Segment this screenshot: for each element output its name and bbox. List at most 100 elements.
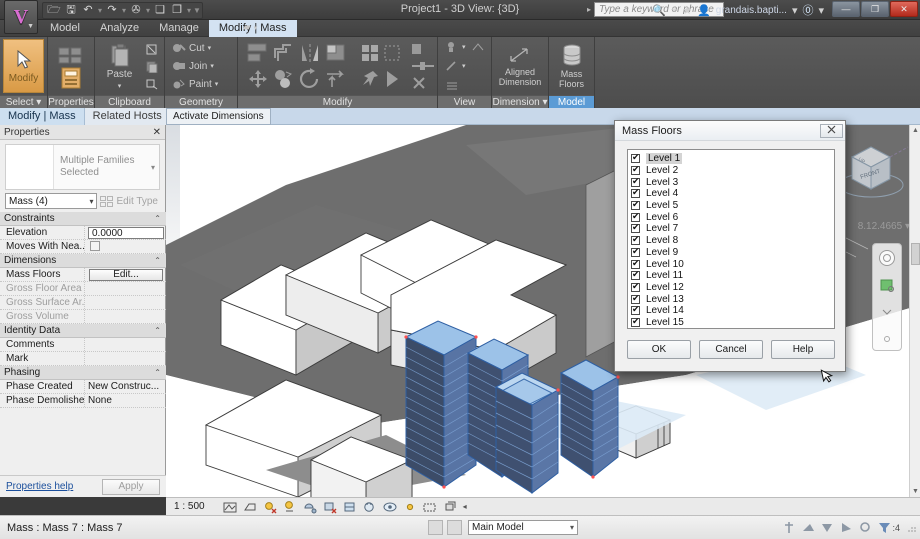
level-checkbox[interactable] bbox=[631, 176, 640, 187]
move-icon[interactable] bbox=[246, 68, 270, 90]
panel-title-modify[interactable]: Modify bbox=[238, 95, 437, 108]
ribbon-display-caret-icon[interactable]: ▾ bbox=[254, 24, 258, 32]
user-icon[interactable]: 👤 bbox=[697, 4, 711, 17]
close-icon[interactable]: ✕ bbox=[153, 127, 161, 138]
select-underlay-icon[interactable] bbox=[821, 521, 834, 534]
aligned-dimension-button[interactable]: Aligned Dimension bbox=[495, 39, 545, 93]
levels-list[interactable]: Level 1 Level 2 Level 3 Level 4 Level 5 … bbox=[627, 149, 835, 329]
hide-caret-icon[interactable]: ▾ bbox=[462, 62, 466, 70]
align-icon[interactable] bbox=[246, 42, 270, 64]
tile-windows-icon[interactable]: ❐ bbox=[169, 3, 185, 18]
exclude-options-icon[interactable] bbox=[783, 521, 796, 534]
redo-icon[interactable]: ↷ bbox=[104, 3, 120, 18]
cut-clipboard-icon[interactable] bbox=[143, 41, 161, 57]
rotate-icon[interactable] bbox=[298, 68, 322, 90]
modify-button[interactable]: Modify bbox=[3, 39, 44, 93]
mass-floors-button[interactable]: Mass Floors bbox=[552, 39, 591, 93]
crop-view-icon[interactable] bbox=[323, 500, 337, 514]
user-caret-icon[interactable]: ▾ bbox=[792, 4, 798, 17]
activate-dimensions-button[interactable]: Activate Dimensions bbox=[166, 108, 271, 125]
mirror-axis-icon[interactable] bbox=[298, 42, 322, 64]
panel-title-properties[interactable]: Properties bbox=[48, 95, 94, 108]
sync-icon[interactable]: ✇ bbox=[128, 3, 144, 18]
select-by-face-icon[interactable] bbox=[859, 521, 872, 534]
minimize-button[interactable]: — bbox=[832, 1, 860, 17]
array-icon[interactable] bbox=[360, 43, 380, 63]
tab-manage[interactable]: Manage bbox=[149, 20, 209, 37]
workset-selector[interactable]: Main Model ▾ bbox=[468, 520, 578, 535]
customize-qat-icon[interactable]: ▼ bbox=[193, 6, 201, 15]
zoom-tool-icon[interactable] bbox=[873, 271, 901, 298]
view-scale-label[interactable]: 1 : 500 bbox=[174, 501, 205, 512]
subscription-icon[interactable]: ⌖ bbox=[671, 4, 677, 17]
scroll-up-icon[interactable]: ▲ bbox=[910, 125, 920, 136]
cancel-button[interactable]: Cancel bbox=[699, 340, 763, 359]
favorites-icon[interactable]: ★ bbox=[682, 4, 692, 17]
dialog-close-button[interactable] bbox=[820, 123, 843, 138]
elevation-input[interactable]: 0.0000 bbox=[88, 227, 164, 239]
level-checkbox[interactable] bbox=[631, 293, 640, 304]
close-button[interactable]: ✕ bbox=[890, 1, 918, 17]
lock-3d-view-icon[interactable] bbox=[363, 500, 377, 514]
user-name-label[interactable]: grandais.bapti... bbox=[716, 5, 787, 16]
list-item[interactable]: Level 14 bbox=[631, 304, 834, 317]
level-checkbox[interactable] bbox=[631, 304, 640, 316]
worksets-button[interactable] bbox=[447, 520, 462, 535]
steering-wheel-icon[interactable] bbox=[873, 244, 901, 271]
override-graphics-icon[interactable] bbox=[445, 80, 459, 90]
tab-model[interactable]: Model bbox=[40, 20, 90, 37]
filter-control[interactable]: :4 bbox=[878, 521, 900, 534]
panel-title-model[interactable]: Model bbox=[549, 95, 594, 108]
list-item[interactable]: Level 6 bbox=[631, 211, 834, 223]
detail-level-icon[interactable] bbox=[223, 500, 237, 514]
property-group-dimensions[interactable]: Dimensions ⌃ bbox=[0, 254, 166, 268]
list-item[interactable]: Level 13 bbox=[631, 293, 834, 305]
context-tab-related-hosts[interactable]: Related Hosts bbox=[84, 107, 171, 125]
scroll-down-icon[interactable]: ▼ bbox=[910, 486, 920, 497]
worksharing-display-icon[interactable] bbox=[423, 500, 437, 514]
context-tab-modify-mass[interactable]: Modify | Mass bbox=[0, 107, 85, 125]
copy-geometry-icon[interactable] bbox=[272, 68, 296, 90]
property-value[interactable]: None bbox=[84, 394, 166, 407]
level-checkbox[interactable] bbox=[631, 246, 640, 257]
properties-help-link[interactable]: Properties help bbox=[6, 481, 73, 492]
search-icon[interactable]: 🔍 bbox=[652, 4, 666, 17]
close-hidden-windows-icon[interactable]: ❏ bbox=[152, 3, 168, 18]
scale-icon[interactable] bbox=[382, 43, 402, 63]
list-item[interactable]: Level 11 bbox=[631, 269, 834, 282]
scrollbar-thumb[interactable] bbox=[911, 243, 920, 265]
level-checkbox[interactable] bbox=[631, 222, 640, 234]
list-item[interactable]: Level 4 bbox=[631, 187, 834, 200]
search-expand-icon[interactable]: ▸ bbox=[587, 5, 591, 14]
edit-type-button[interactable]: Edit Type bbox=[100, 195, 160, 207]
property-group-phasing[interactable]: Phasing ⌃ bbox=[0, 366, 166, 380]
mass-floors-dialog[interactable]: Mass Floors Level 1 Level 2 Level 3 Leve… bbox=[614, 120, 846, 372]
cut-button[interactable]: Cut ▾ bbox=[170, 40, 220, 56]
list-item[interactable]: Level 5 bbox=[631, 199, 834, 212]
panel-title-geometry[interactable]: Geometry bbox=[165, 95, 237, 108]
panel-title-select[interactable]: Select ▾ bbox=[0, 95, 47, 108]
panel-title-dimension[interactable]: Dimension ▾ bbox=[492, 95, 548, 108]
dimension-small-icon[interactable] bbox=[409, 58, 437, 74]
canvas-vertical-scrollbar[interactable]: ▲ ▼ bbox=[909, 125, 920, 497]
list-item[interactable]: Level 9 bbox=[631, 246, 834, 259]
undo-icon[interactable]: ↶ bbox=[80, 3, 96, 18]
level-checkbox[interactable] bbox=[631, 152, 640, 164]
properties-icon[interactable] bbox=[58, 45, 84, 65]
offset-icon[interactable] bbox=[272, 42, 296, 64]
paste-caret-icon[interactable]: ▾ bbox=[118, 82, 122, 90]
level-checkbox[interactable] bbox=[631, 258, 640, 269]
match-type-icon[interactable] bbox=[143, 75, 161, 91]
level-checkbox[interactable] bbox=[631, 281, 640, 292]
split-icon[interactable] bbox=[324, 42, 348, 64]
pin-icon[interactable] bbox=[360, 69, 380, 89]
moves-with-nearby-checkbox[interactable] bbox=[90, 241, 100, 251]
ok-button[interactable]: OK bbox=[627, 340, 691, 359]
design-options-button[interactable] bbox=[428, 520, 443, 535]
trim-extend-icon[interactable] bbox=[324, 68, 348, 90]
mass-floors-edit-button[interactable]: Edit... bbox=[89, 269, 163, 281]
list-item[interactable]: Level 1 bbox=[631, 152, 834, 165]
tab-analyze[interactable]: Analyze bbox=[90, 20, 149, 37]
rendering-dialog-icon[interactable] bbox=[303, 500, 317, 514]
resize-grip-icon[interactable] bbox=[906, 523, 916, 533]
